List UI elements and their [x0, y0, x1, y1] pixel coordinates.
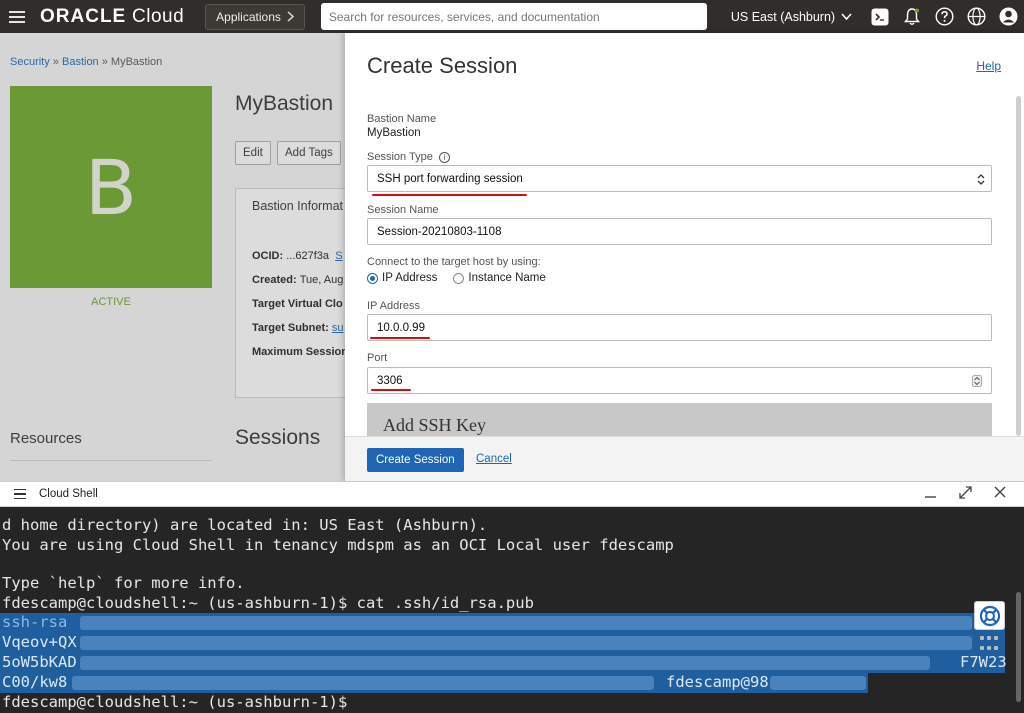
connect-by-radio-group: IP Address Instance Name: [367, 272, 546, 284]
redacted-key-blur: [80, 636, 972, 650]
shell-menu-icon[interactable]: [14, 488, 26, 500]
session-type-select[interactable]: SSH port forwarding session: [367, 165, 992, 192]
terminal-line: Type `help` for more info.: [2, 574, 245, 592]
globe-language-icon[interactable]: [966, 7, 986, 27]
redacted-key-blur: [72, 676, 654, 690]
port-label: Port: [367, 352, 388, 364]
modal-overlay[interactable]: [0, 33, 345, 481]
cloud-shell-header: Cloud Shell: [0, 481, 1024, 507]
connect-by-label: Connect to the target host by using:: [367, 256, 541, 268]
create-session-button[interactable]: Create Session: [367, 448, 464, 472]
oracle-cloud-logo[interactable]: ORACLE Cloud: [40, 6, 184, 28]
info-icon[interactable]: i: [438, 151, 450, 163]
top-nav-bar: ORACLE Cloud Applications Search for res…: [0, 0, 1024, 33]
ip-address-label: IP Address: [367, 300, 420, 312]
terminal-line: F7W23: [960, 653, 1007, 671]
terminal-line: Vqeov+QX: [2, 633, 77, 651]
bastion-name-label: Bastion Name: [367, 113, 437, 125]
cloud-shell-title: Cloud Shell: [39, 488, 98, 500]
chevron-down-icon: [841, 13, 852, 20]
grid-dots-icon[interactable]: [980, 636, 1000, 652]
region-selector[interactable]: US East (Ashburn): [731, 10, 852, 24]
select-arrows-icon: [977, 174, 985, 185]
terminal-command: cat .ssh/id_rsa.pub: [356, 594, 534, 612]
add-ssh-key-section: Add SSH Key: [367, 403, 992, 437]
redacted-key-blur: [770, 676, 866, 690]
create-session-panel: Create Session Help Bastion Name MyBasti…: [345, 33, 1024, 481]
help-question-icon[interactable]: [934, 7, 954, 27]
global-search-input[interactable]: Search for resources, services, and docu…: [320, 3, 707, 30]
hamburger-menu-icon[interactable]: [9, 10, 25, 23]
terminal-line: fdescamp@98: [666, 673, 769, 691]
ip-address-radio[interactable]: [367, 272, 378, 284]
redacted-key-blur: [80, 616, 972, 630]
bastion-name-value: MyBastion: [367, 127, 421, 139]
panel-scrollbar[interactable]: [1016, 96, 1021, 436]
annotation-underline: [371, 389, 411, 391]
redacted-key-blur: [80, 656, 930, 670]
cancel-link[interactable]: Cancel: [476, 453, 512, 465]
support-lifebuoy-icon[interactable]: [974, 601, 1005, 630]
applications-button[interactable]: Applications: [205, 3, 305, 30]
help-link[interactable]: Help: [976, 59, 1001, 73]
session-name-label: Session Name: [367, 204, 439, 216]
bell-notifications-icon[interactable]: [902, 7, 922, 27]
instance-name-radio[interactable]: [453, 272, 465, 284]
annotation-underline: [372, 194, 527, 196]
annotation-underline: [370, 337, 430, 339]
terminal-line: C00/kw8: [2, 673, 68, 691]
terminal-line: 5oW5bKAD: [2, 653, 77, 671]
session-type-label: Session Type i: [367, 151, 450, 163]
maximize-icon[interactable]: [959, 486, 972, 502]
port-input[interactable]: 3306: [367, 367, 992, 394]
user-profile-icon[interactable]: [998, 7, 1018, 27]
chevron-right-icon: [287, 11, 294, 22]
terminal[interactable]: d home directory) are located in: US Eas…: [0, 507, 1024, 713]
stepper-arrows-icon[interactable]: [972, 375, 982, 387]
terminal-line: You are using Cloud Shell in tenancy mds…: [2, 536, 674, 554]
terminal-line: d home directory) are located in: US Eas…: [2, 516, 488, 534]
session-name-input[interactable]: Session-20210803-1108: [367, 218, 992, 245]
terminal-line: fdescamp@cloudshell:~ (us-ashburn-1)$ ca…: [2, 594, 534, 612]
minimize-icon[interactable]: [924, 486, 937, 502]
panel-footer: Create Session Cancel: [345, 436, 1024, 481]
cloud-shell-icon[interactable]: [870, 7, 890, 27]
terminal-prompt: fdescamp@cloudshell:~ (us-ashburn-1)$: [2, 693, 357, 711]
terminal-scrollbar[interactable]: [1016, 592, 1021, 702]
close-icon[interactable]: [994, 486, 1006, 502]
terminal-line: ssh-rsa: [2, 613, 68, 631]
panel-title: Create Session: [367, 53, 518, 78]
ip-address-input[interactable]: 10.0.0.99: [367, 314, 992, 341]
